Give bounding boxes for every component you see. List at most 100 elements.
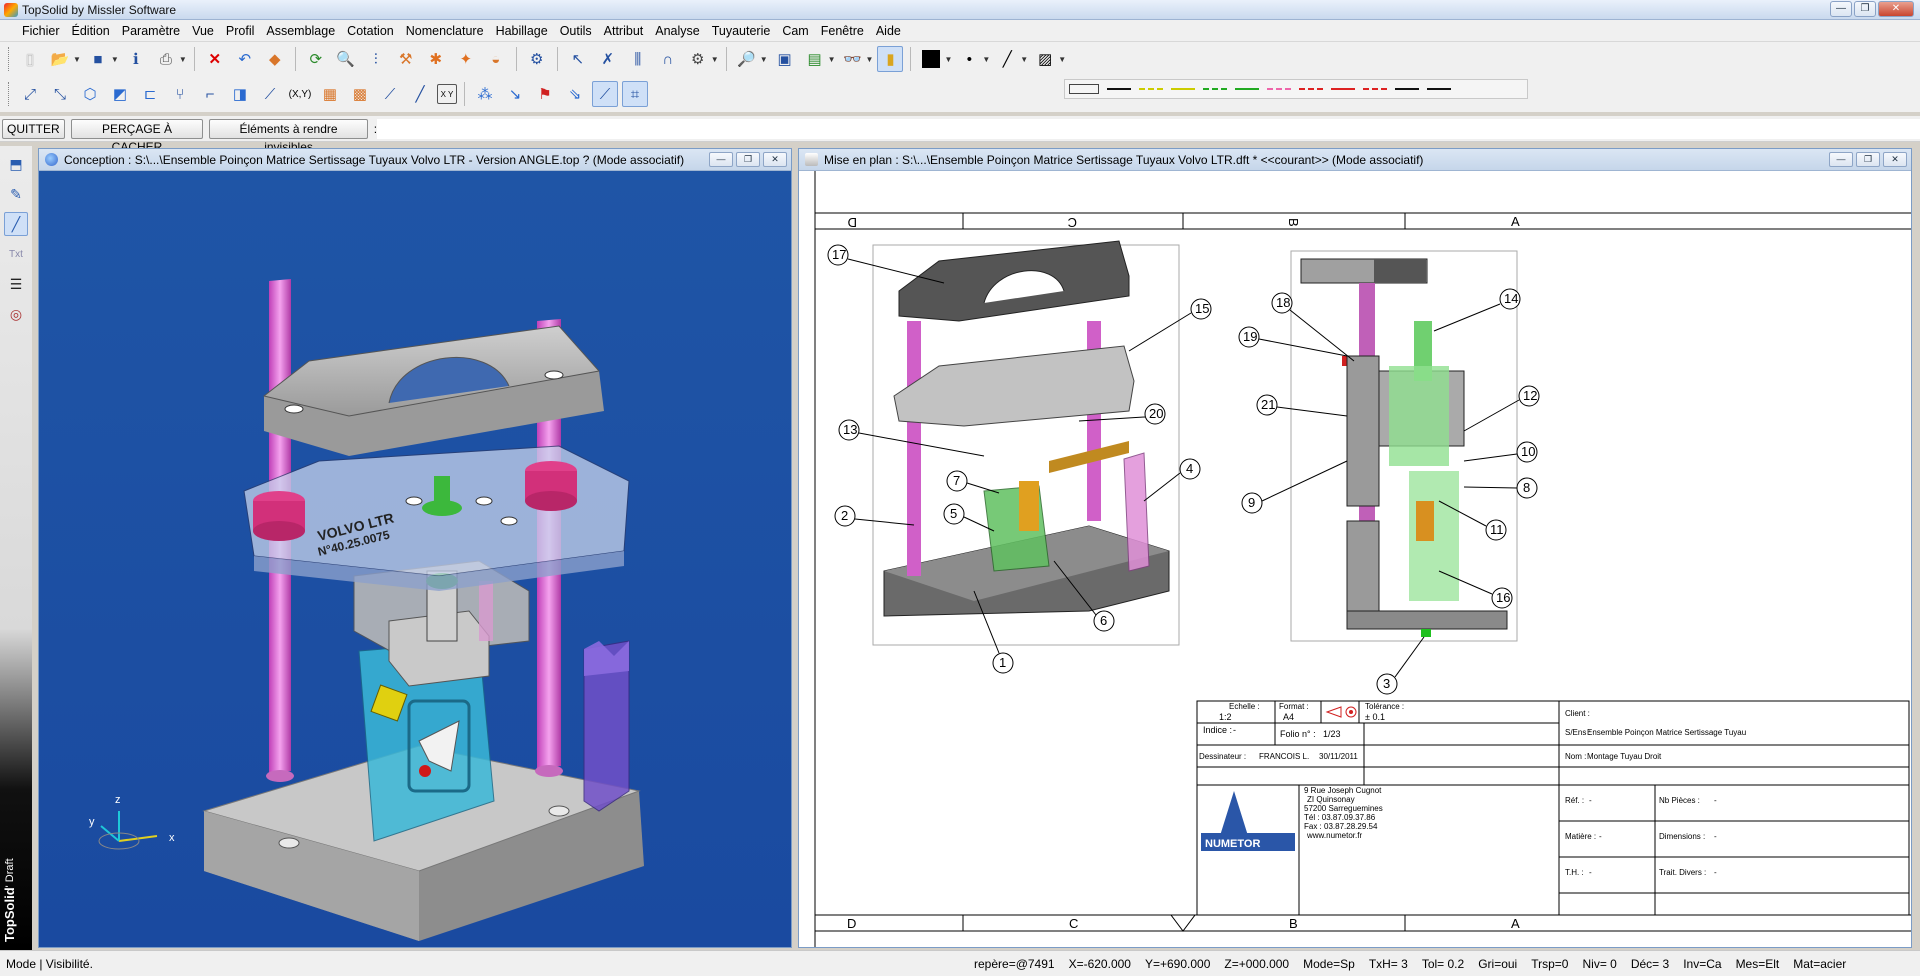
auto-line-icon[interactable]: ⟋ [592, 81, 618, 107]
elements-invisible-button[interactable]: Éléments à rendre invisibles [209, 118, 368, 154]
menu-vue[interactable]: Vue [186, 20, 220, 42]
menu-tuyauterie[interactable]: Tuyauterie [706, 20, 777, 42]
material-icon[interactable]: ◎ [4, 302, 28, 326]
line-dashdot-red[interactable] [1363, 88, 1387, 90]
branch-icon[interactable]: ⑂ [167, 81, 193, 107]
attributes-icon[interactable]: ⚙ [685, 46, 711, 72]
line-solid-red[interactable] [1331, 88, 1355, 90]
status-mes[interactable]: Mes=Elt [1736, 957, 1780, 971]
constraint-icon[interactable]: ⚙ [524, 46, 550, 72]
line-solid-black-3[interactable] [1427, 88, 1451, 90]
menu-attribut[interactable]: Attribut [598, 20, 650, 42]
xy-grid-icon[interactable]: X Y [437, 84, 457, 104]
line-solid-black-2[interactable] [1395, 88, 1419, 90]
status-txh[interactable]: TxH= 3 [1369, 957, 1408, 971]
curve-icon[interactable]: ⤡ [47, 81, 73, 107]
design-close-icon[interactable]: ✕ [763, 152, 787, 167]
solid-icon[interactable]: ⬡ [77, 81, 103, 107]
flag-icon[interactable]: ⚑ [532, 81, 558, 107]
eraser-icon[interactable]: ◆ [262, 46, 288, 72]
draft-sheet[interactable]: D C B A D C B A 17 15 13 20 7 4 2 5 6 1 … [799, 171, 1911, 947]
snap-icon[interactable]: ⁂ [472, 81, 498, 107]
line-style-icon[interactable]: ╱ [994, 46, 1020, 72]
view-icon[interactable]: ▤ [802, 46, 828, 72]
box-icon[interactable]: ▦ [317, 81, 343, 107]
zoom-fit-icon[interactable]: ▣ [772, 46, 798, 72]
save-icon[interactable]: ■ [85, 46, 111, 72]
list-icon[interactable]: ☰ [4, 272, 28, 296]
status-level[interactable]: Niv= 0 [1582, 957, 1616, 971]
menu-outils[interactable]: Outils [554, 20, 598, 42]
3d-viewport[interactable]: VOLVO LTR N°40.25.0075 z x y [39, 171, 791, 947]
menu-fichier[interactable]: Fichier [16, 20, 66, 42]
color-swatch-icon[interactable] [918, 46, 944, 72]
auto-mode-icon[interactable]: ⌗ [622, 81, 648, 107]
line-auto-icon[interactable]: ⟋ [377, 81, 403, 107]
menu-nomenclature[interactable]: Nomenclature [400, 20, 490, 42]
search-icon[interactable]: 🔍 [333, 46, 359, 72]
profile-icon[interactable]: ⊏ [137, 81, 163, 107]
close-icon[interactable]: ✕ [1878, 1, 1914, 17]
draft-restore-icon[interactable]: ❐ [1856, 152, 1880, 167]
regenerate-icon[interactable]: ⟳ [303, 46, 329, 72]
hatch-icon[interactable]: ▨ [1032, 46, 1058, 72]
restore-icon[interactable]: ❐ [1854, 1, 1876, 17]
menu-parametre[interactable]: Paramètre [116, 20, 186, 42]
line-dashed-yellow[interactable] [1139, 88, 1163, 90]
undo-icon[interactable]: ↶ [232, 46, 258, 72]
menu-habillage[interactable]: Habillage [490, 20, 554, 42]
command-input[interactable] [377, 118, 1920, 139]
line-solid-green[interactable] [1235, 88, 1259, 90]
line-icon[interactable]: ╱ [407, 81, 433, 107]
draft-minimize-icon[interactable]: — [1829, 152, 1853, 167]
info-icon[interactable]: ℹ [123, 46, 149, 72]
side-guide[interactable] [583, 640, 630, 812]
filter-icon[interactable]: ⫼ [625, 46, 651, 72]
line-solid-yellow[interactable] [1171, 88, 1195, 90]
print-icon[interactable]: ⎙ [153, 46, 179, 72]
design-restore-icon[interactable]: ❐ [736, 152, 760, 167]
coordinates-icon[interactable]: (X,Y) [287, 81, 313, 107]
multi-select-icon[interactable]: ✗ [595, 46, 621, 72]
new-document-icon[interactable]: ▯ [17, 46, 43, 72]
menu-cam[interactable]: Cam [776, 20, 814, 42]
design-window-titlebar[interactable]: Conception : S:\...\Ensemble Poinçon Mat… [39, 149, 791, 171]
select-icon[interactable]: ↖ [565, 46, 591, 72]
toolbar-grip[interactable] [8, 47, 11, 71]
pencil-icon[interactable]: ✎ [4, 182, 28, 206]
magnet-icon[interactable]: ∩ [655, 46, 681, 72]
shape-icon[interactable]: ◩ [107, 81, 133, 107]
parameters-icon[interactable]: ⫶ [363, 46, 389, 72]
menu-assemblage[interactable]: Assemblage [260, 20, 341, 42]
status-repere[interactable]: repère=@7491 [974, 957, 1055, 971]
open-folder-icon[interactable]: 📂 [47, 46, 73, 72]
hole-to-hide-button[interactable]: PERÇAGE À CACHER [70, 118, 204, 154]
line-draw-icon[interactable]: ╱ [4, 212, 28, 236]
point-style-icon[interactable]: • [956, 46, 982, 72]
sketch-icon[interactable]: ⌐ [197, 81, 223, 107]
menu-aide[interactable]: Aide [870, 20, 907, 42]
zoom-icon[interactable]: 🔎 [734, 46, 760, 72]
status-grid[interactable]: Gri=oui [1478, 957, 1517, 971]
status-inv[interactable]: Inv=Ca [1683, 957, 1721, 971]
box-auto-icon[interactable]: ▩ [347, 81, 373, 107]
fast-mode-icon[interactable]: ⤢ [17, 81, 43, 107]
plane-icon[interactable]: ◨ [227, 81, 253, 107]
delete-icon[interactable]: ✕ [202, 46, 228, 72]
component-icon[interactable]: ✦ [453, 46, 479, 72]
line-solid-black[interactable] [1107, 88, 1131, 90]
menu-edition[interactable]: Édition [66, 20, 116, 42]
menu-cotation[interactable]: Cotation [341, 20, 400, 42]
status-dec[interactable]: Déc= 3 [1631, 957, 1669, 971]
dimension-icon[interactable]: ⟋ [257, 81, 283, 107]
toolbar-grip[interactable] [8, 82, 11, 106]
title-block[interactable]: Echelle : 1:2 Format : A4 Tolérance : ± … [1196, 700, 1910, 916]
hammer-icon[interactable]: ⚒ [393, 46, 419, 72]
cursor-icon[interactable]: ⇘ [562, 81, 588, 107]
status-material[interactable]: Mat=acier [1793, 957, 1846, 971]
menu-analyse[interactable]: Analyse [649, 20, 705, 42]
draft-close-icon[interactable]: ✕ [1883, 152, 1907, 167]
line-dotted[interactable] [1069, 84, 1099, 94]
measure-icon[interactable]: ◒ [483, 46, 509, 72]
cylinder-icon[interactable]: ▮ [877, 46, 904, 72]
